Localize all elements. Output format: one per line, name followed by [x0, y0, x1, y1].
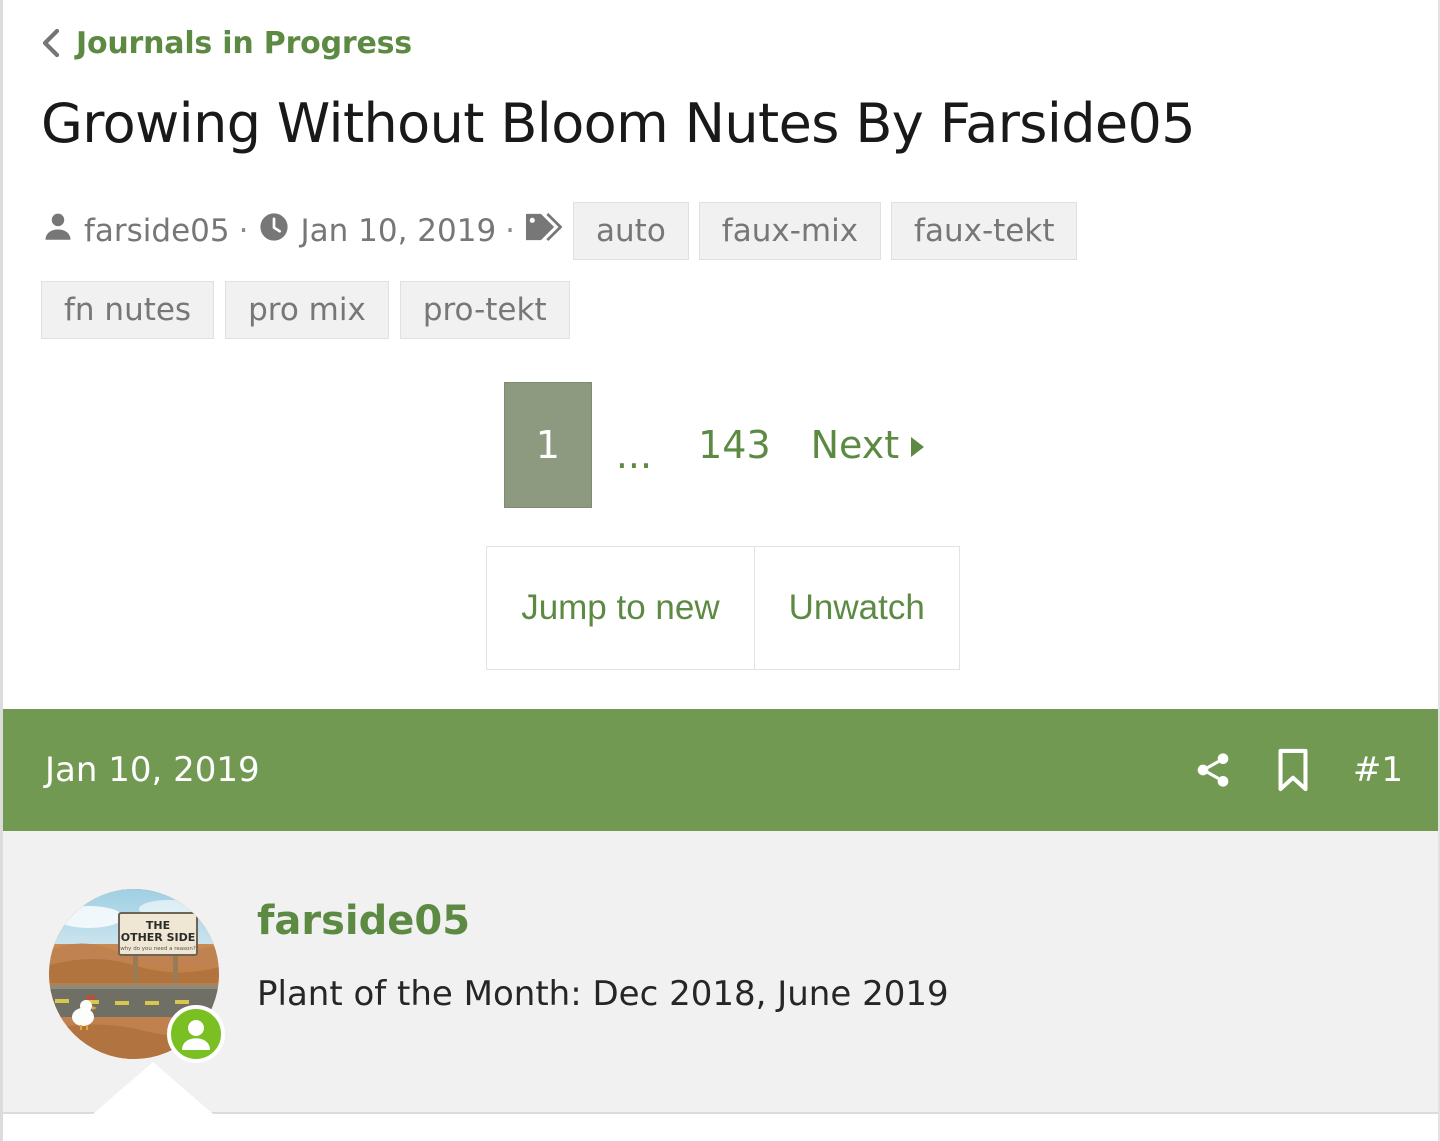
clock-icon [257, 210, 291, 252]
pagination-next-label: Next [810, 423, 900, 467]
chevron-left-icon[interactable] [40, 28, 62, 58]
meta-date-text: Jan 10, 2019 [300, 213, 497, 249]
share-icon[interactable] [1193, 750, 1233, 790]
tag-chip[interactable]: auto [573, 202, 689, 260]
thread-tags-row-2: fn nutes pro mix pro-tekt [41, 277, 581, 343]
jump-to-new-button[interactable]: Jump to new [486, 546, 755, 670]
pagination-last-page[interactable]: 143 [676, 423, 793, 467]
bookmark-icon[interactable] [1275, 748, 1311, 792]
meta-author-name[interactable]: farside05 [84, 213, 230, 249]
online-status-icon [167, 1005, 225, 1063]
meta-author: farside05 [41, 198, 230, 264]
meta-tags [524, 198, 573, 264]
breadcrumb: Journals in Progress [40, 18, 412, 68]
meta-separator-1: · [238, 213, 249, 249]
unwatch-button[interactable]: Unwatch [754, 546, 960, 670]
caret-right-icon [911, 437, 925, 457]
thread-meta: farside05 · Jan 10, 2019 · auto faux-mix… [41, 198, 1411, 264]
post-author-subtitle: Plant of the Month: Dec 2018, June 2019 [257, 974, 949, 1014]
page-title: Growing Without Bloom Nutes By Farside05 [41, 92, 1196, 155]
journal-thread-page: Journals in Progress Growing Without Blo… [0, 0, 1440, 1141]
tag-chip[interactable]: faux-tekt [891, 202, 1078, 260]
breadcrumb-link-journals-in-progress[interactable]: Journals in Progress [76, 26, 412, 61]
pagination-next-button[interactable]: Next [793, 423, 943, 467]
svg-text:why do you need a reason?: why do you need a reason? [120, 946, 196, 952]
post-number-link[interactable]: #1 [1353, 750, 1403, 790]
pagination: 1 ... 143 Next [3, 382, 1438, 508]
post-bubble-notch [93, 1062, 213, 1114]
post-author-link[interactable]: farside05 [257, 898, 470, 944]
svg-text:OTHER SIDE: OTHER SIDE [121, 931, 196, 944]
post-header-actions: #1 [1193, 748, 1403, 792]
pagination-current-page[interactable]: 1 [503, 382, 592, 508]
tag-chip[interactable]: pro mix [225, 281, 389, 339]
tag-chip[interactable]: faux-mix [698, 202, 882, 260]
post-header-bar: Jan 10, 2019 #1 [3, 709, 1438, 831]
post-body: THE OTHER SIDE why do you need a reason? [3, 831, 1438, 1114]
tag-chip[interactable]: fn nutes [41, 281, 215, 339]
meta-date: Jan 10, 2019 [257, 198, 496, 264]
user-icon [41, 210, 75, 252]
meta-separator-2: · [505, 213, 516, 249]
post-date: Jan 10, 2019 [45, 750, 260, 790]
tags-icon [524, 210, 564, 252]
avatar[interactable]: THE OTHER SIDE why do you need a reason? [49, 889, 225, 1063]
pagination-ellipsis: ... [615, 433, 653, 477]
tag-chip[interactable]: pro-tekt [399, 281, 570, 339]
thread-action-buttons: Jump to new Unwatch [3, 546, 1438, 670]
